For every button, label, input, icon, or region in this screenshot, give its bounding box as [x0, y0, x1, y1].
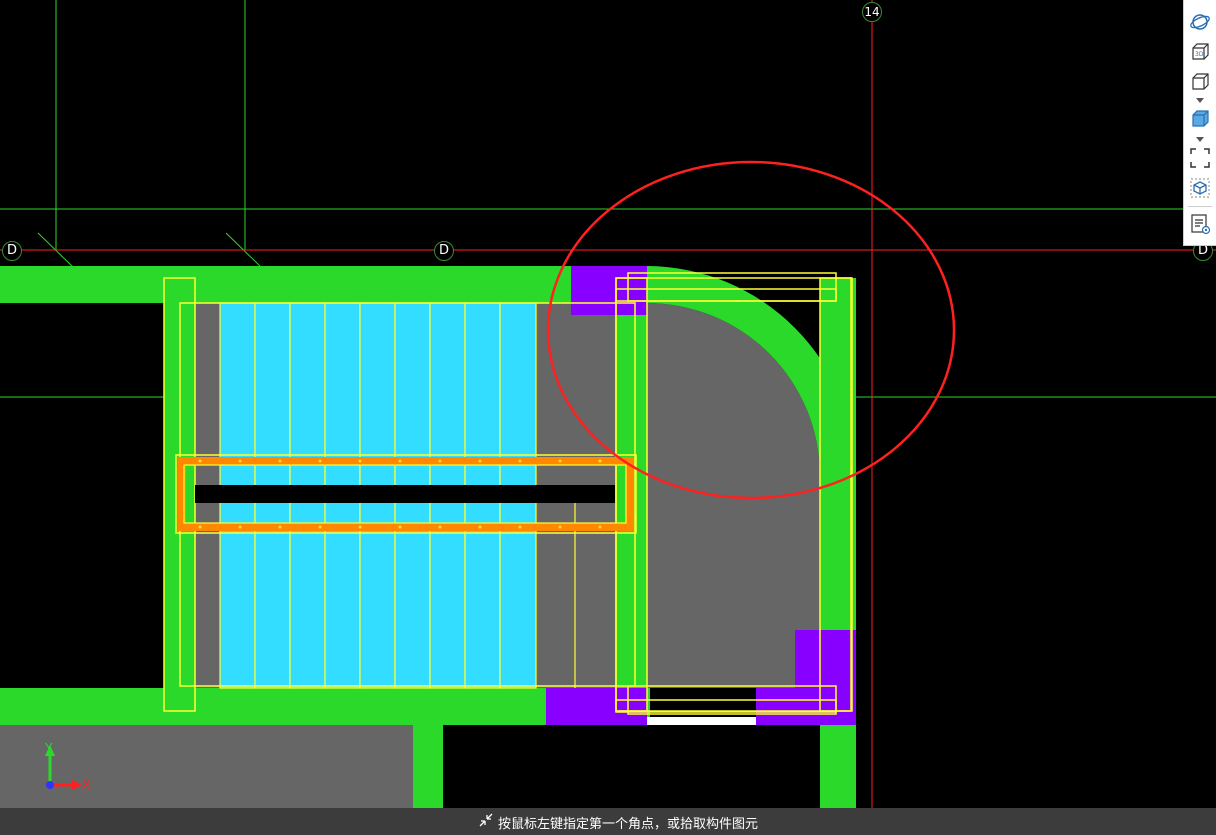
- chevron-down-icon[interactable]: [1196, 137, 1204, 142]
- axis-label-d-mid: D: [434, 241, 454, 261]
- status-prompt: 按鼠标左键指定第一个角点，或拾取构件图元: [498, 817, 759, 832]
- view-toolbar: 3D: [1183, 0, 1216, 246]
- shrink-cursor-icon: [478, 812, 494, 832]
- axis-x-label: X: [82, 778, 91, 792]
- chevron-down-icon[interactable]: [1196, 98, 1204, 103]
- view-3d-icon[interactable]: 3D: [1188, 40, 1212, 64]
- axis-label-14-top: 14: [862, 2, 882, 22]
- zoom-extents-icon[interactable]: [1188, 146, 1212, 170]
- axis-y-label: Y: [45, 741, 53, 755]
- status-bar: 按鼠标左键指定第一个角点，或拾取构件图元: [0, 808, 1216, 835]
- view-solid-icon[interactable]: [1188, 107, 1212, 131]
- svg-text:3D: 3D: [1195, 51, 1204, 58]
- view-cube-icon[interactable]: [1188, 70, 1212, 94]
- orbit-icon[interactable]: [1188, 10, 1212, 34]
- axis-label-d-left: D: [2, 241, 22, 261]
- drawing-canvas[interactable]: [0, 0, 1216, 835]
- display-settings-icon[interactable]: [1188, 176, 1212, 200]
- white-edge: [647, 717, 756, 725]
- toolbar-separator: [1188, 206, 1212, 207]
- properties-icon[interactable]: [1188, 212, 1212, 236]
